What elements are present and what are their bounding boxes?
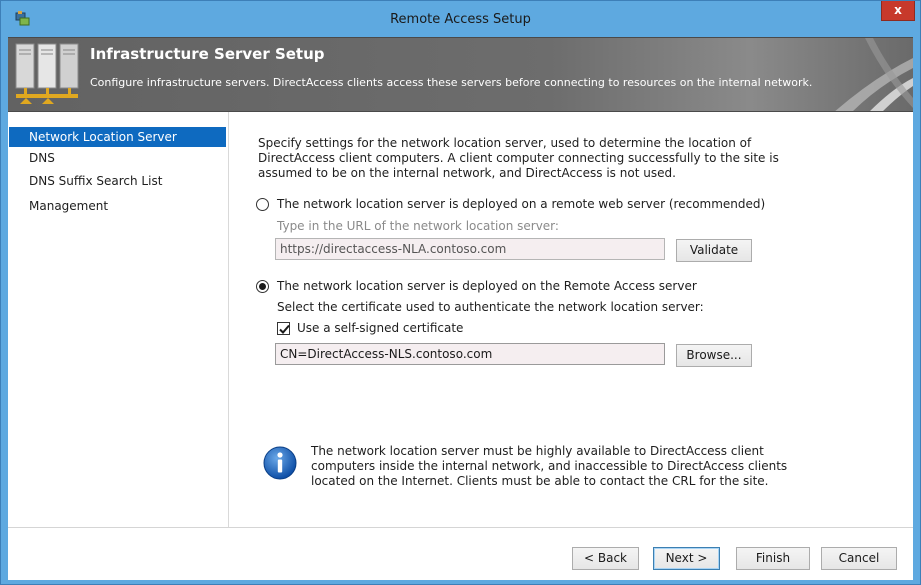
info-icon	[263, 446, 297, 480]
title-bar[interactable]: Remote Access Setup x	[1, 1, 920, 37]
info-message: The network location server must be high…	[311, 444, 788, 488]
close-button[interactable]: x	[881, 1, 915, 21]
wizard-header: Infrastructure Server Setup Configure in…	[8, 37, 913, 112]
remote-access-server-label[interactable]: The network location server is deployed …	[277, 279, 697, 293]
sidebar-item-dns[interactable]: DNS	[9, 148, 226, 168]
server-stack-icon	[15, 43, 79, 104]
intro-text: Specify settings for the network locatio…	[258, 136, 779, 180]
decorative-swoosh	[835, 38, 913, 111]
checkmark-icon	[279, 324, 290, 334]
header-title: Infrastructure Server Setup	[90, 45, 325, 63]
header-description: Configure infrastructure servers. Direct…	[90, 76, 813, 89]
sidebar-item-network-location-server[interactable]: Network Location Server	[9, 127, 226, 147]
wizard-content: Network Location Server DNS DNS Suffix S…	[8, 112, 913, 580]
remote-web-server-label[interactable]: The network location server is deployed …	[277, 197, 765, 211]
validate-button[interactable]: Validate	[676, 239, 752, 262]
main-panel: Specify settings for the network locatio…	[233, 112, 913, 527]
remote-access-server-radio[interactable]	[256, 280, 269, 293]
next-button[interactable]: Next >	[653, 547, 720, 570]
certificate-input[interactable]: CN=DirectAccess-NLS.contoso.com	[275, 343, 665, 365]
wizard-sidebar: Network Location Server DNS DNS Suffix S…	[8, 112, 229, 527]
nls-url-input[interactable]: https://directaccess-NLA.contoso.com	[275, 238, 665, 260]
cancel-button[interactable]: Cancel	[821, 547, 897, 570]
certificate-hint: Select the certificate used to authentic…	[277, 300, 704, 314]
self-signed-label[interactable]: Use a self-signed certificate	[297, 321, 463, 335]
sidebar-item-dns-suffix-search-list[interactable]: DNS Suffix Search List	[9, 171, 226, 191]
wizard-footer: < Back Next > Finish Cancel	[8, 527, 913, 580]
self-signed-checkbox[interactable]	[277, 322, 290, 335]
back-button[interactable]: < Back	[572, 547, 639, 570]
window-title: Remote Access Setup	[390, 12, 531, 27]
url-hint: Type in the URL of the network location …	[277, 219, 559, 233]
finish-button[interactable]: Finish	[736, 547, 810, 570]
remote-access-setup-window: Remote Access Setup x Infrastructure Ser…	[0, 0, 921, 585]
browse-button[interactable]: Browse...	[676, 344, 752, 367]
remote-web-server-radio[interactable]	[256, 198, 269, 211]
sidebar-item-management[interactable]: Management	[9, 196, 226, 216]
